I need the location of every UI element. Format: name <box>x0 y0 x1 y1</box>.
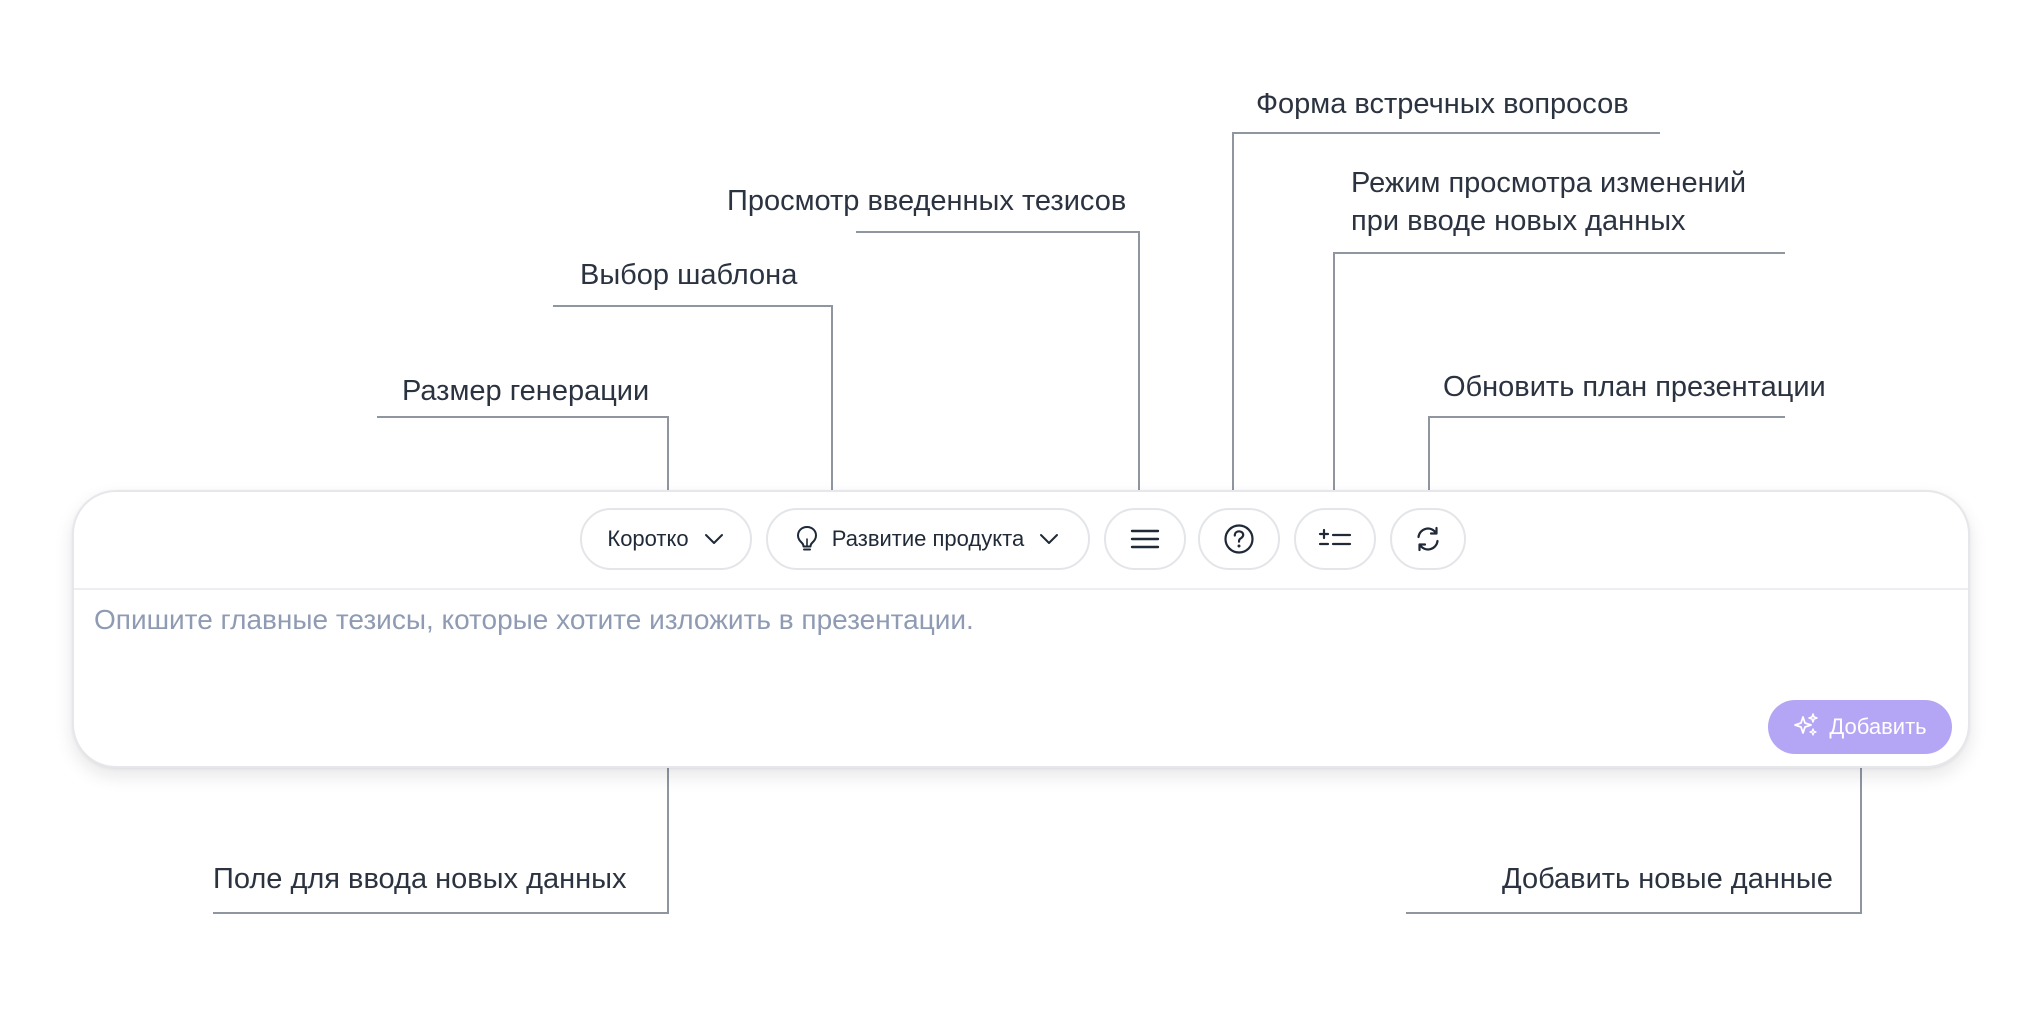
menu-lines-icon <box>1130 527 1160 551</box>
annotation-line <box>1232 132 1660 134</box>
add-button-label: Добавить <box>1829 714 1927 739</box>
annotation-line <box>1333 252 1785 254</box>
template-select-value: Развитие продукта <box>831 526 1025 551</box>
annotation-line <box>213 912 669 914</box>
annotation-line <box>1428 416 1785 418</box>
refresh-icon <box>1414 525 1442 553</box>
lightbulb-icon <box>796 525 818 553</box>
question-circle-icon <box>1223 523 1255 555</box>
annotation-line <box>553 305 833 307</box>
add-button[interactable]: Добавить <box>1768 700 1952 754</box>
annotation-view-theses: Просмотр введенных тезисов <box>727 185 1127 217</box>
diff-mode-button[interactable] <box>1294 508 1376 570</box>
generation-size-select[interactable]: Коротко <box>580 508 752 570</box>
generation-size-value: Коротко <box>607 526 689 551</box>
annotation-input-field: Поле для ввода новых данных <box>213 863 627 895</box>
annotation-refresh-plan: Обновить план презентации <box>1443 371 1826 403</box>
annotation-generation-size: Размер генерации <box>402 375 650 407</box>
view-theses-button[interactable] <box>1104 508 1186 570</box>
plus-minus-list-icon <box>1318 528 1352 550</box>
annotation-counter-questions: Форма встречных вопросов <box>1256 88 1629 120</box>
annotation-line <box>1138 231 1140 502</box>
annotation-line <box>1333 252 1335 502</box>
chevron-down-icon <box>1038 532 1060 546</box>
annotation-line <box>1232 132 1234 502</box>
annotation-template-choice: Выбор шаблона <box>580 259 798 291</box>
annotation-diff-mode-line1: Режим просмотра изменений <box>1351 167 1747 199</box>
composer-card: Коротко Развитие продукта Опишите главны… <box>72 490 1970 768</box>
composer-toolbar: Коротко Развитие продукта <box>74 492 1968 590</box>
annotation-line <box>377 416 669 418</box>
annotation-line <box>856 231 1140 233</box>
annotation-line <box>1860 756 1862 914</box>
template-select[interactable]: Развитие продукта <box>766 508 1090 570</box>
annotation-line <box>831 305 833 502</box>
refresh-plan-button[interactable] <box>1390 508 1466 570</box>
annotation-line <box>1406 912 1862 914</box>
sparkles-icon <box>1793 712 1819 743</box>
theses-input[interactable]: Опишите главные тезисы, которые хотите и… <box>94 602 1694 638</box>
chevron-down-icon <box>703 532 725 546</box>
counter-questions-button[interactable] <box>1198 508 1280 570</box>
annotation-diff-mode-line2: при вводе новых данных <box>1351 205 1686 237</box>
annotation-add-data: Добавить новые данные <box>1502 863 1833 895</box>
